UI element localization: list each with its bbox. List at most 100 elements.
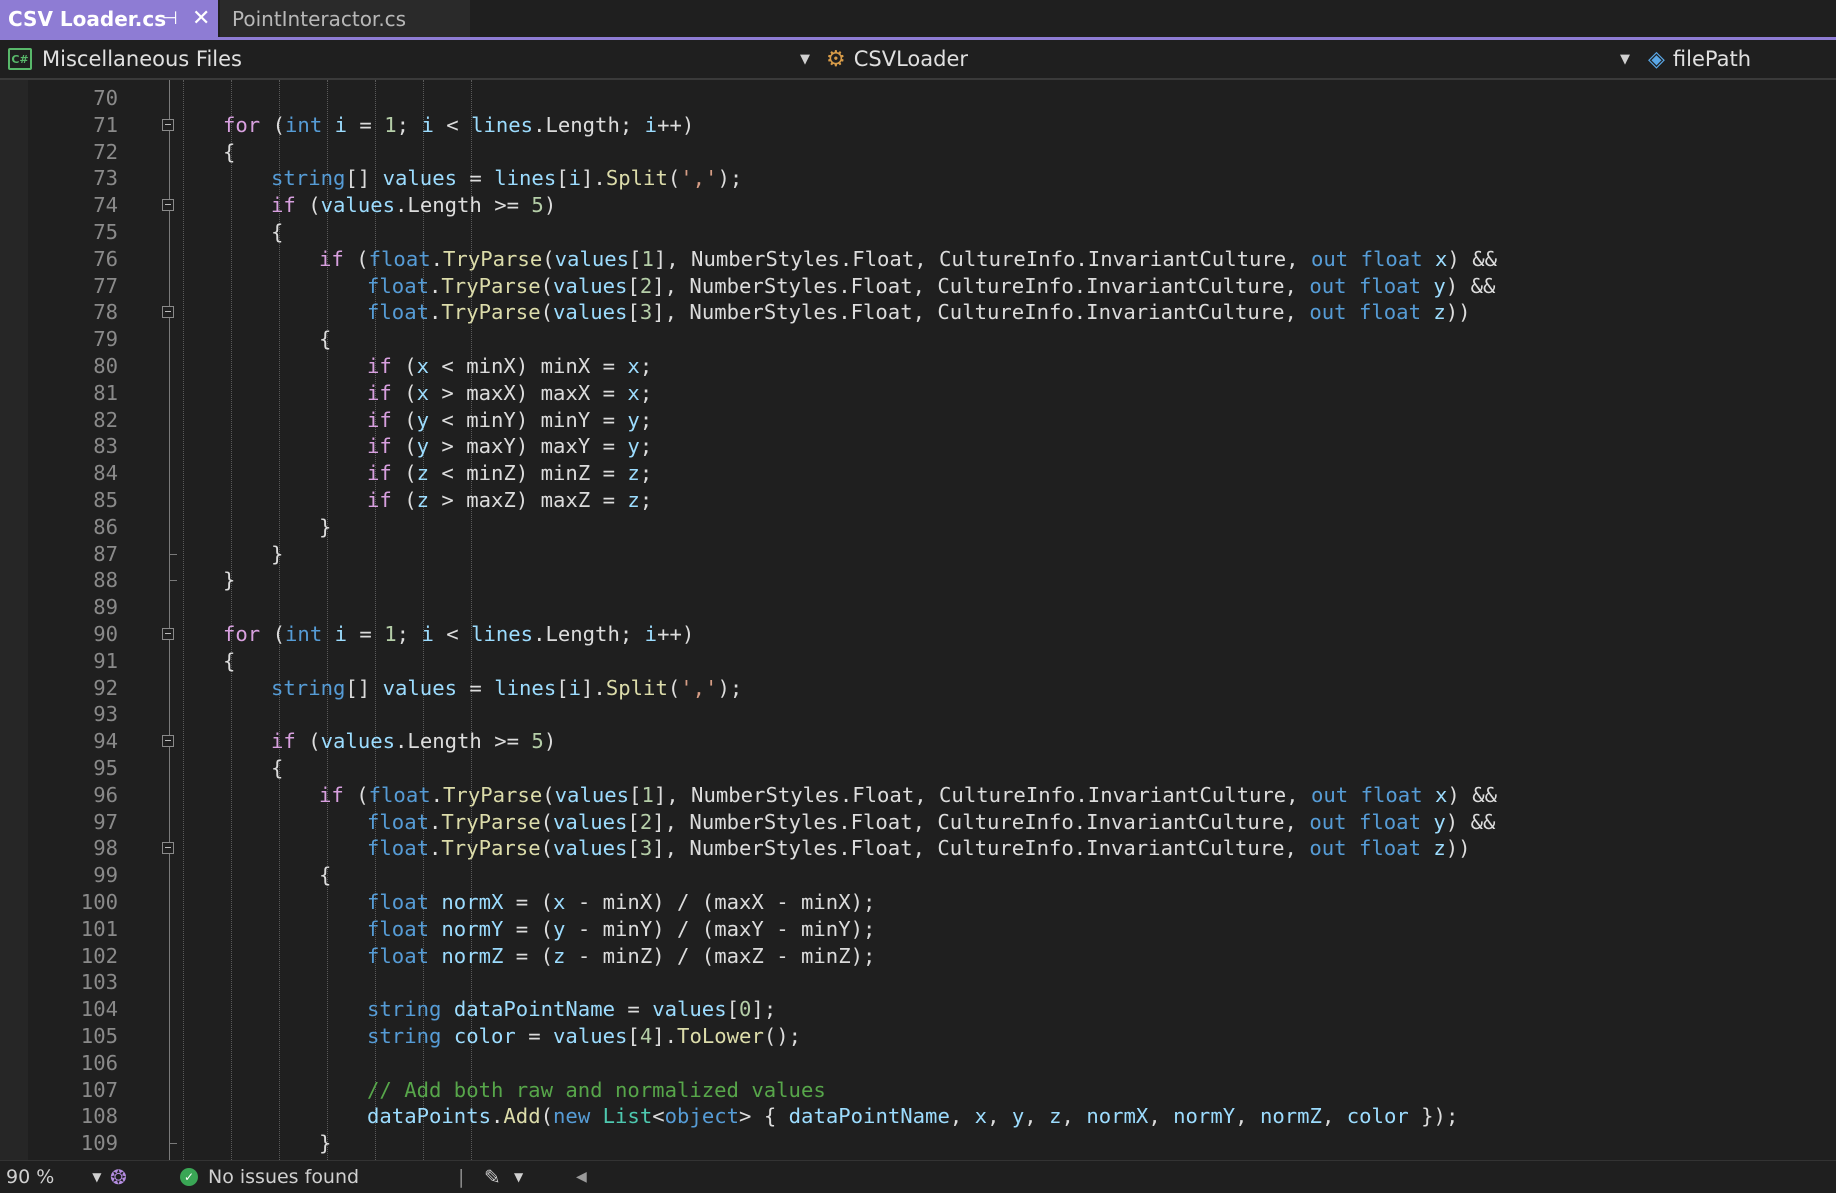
copilot-icon[interactable]: ❂ bbox=[110, 1161, 127, 1193]
close-icon[interactable]: ✕ bbox=[192, 6, 210, 31]
pin-icon[interactable]: ⊣ bbox=[162, 8, 178, 29]
line-number: 80 bbox=[93, 354, 118, 378]
code-line[interactable]: 96 if (float.TryParse(values[1], NumberSt… bbox=[0, 782, 1836, 809]
code-editor[interactable]: 70 71 for (int i = 1; i < lines.Length; i+… bbox=[0, 80, 1836, 1160]
code-line[interactable]: 101 float normY = (y - minY) / (maxY - mi… bbox=[0, 916, 1836, 943]
code-line[interactable]: 71 for (int i = 1; i < lines.Length; i++) bbox=[0, 112, 1836, 139]
collapse-toggle-icon[interactable] bbox=[162, 842, 174, 855]
member-dropdown[interactable]: ◈ filePath bbox=[1648, 40, 1836, 78]
tab-csv-loader[interactable]: CSV Loader.cs ⊣ ✕ bbox=[0, 0, 218, 37]
code-line[interactable]: 107 // Add both raw and normalized values bbox=[0, 1077, 1836, 1104]
code-text: if (z > maxZ) maxZ = z; bbox=[367, 487, 652, 514]
code-line[interactable]: 80 if (x < minX) minX = x; bbox=[0, 353, 1836, 380]
code-line[interactable]: 93 bbox=[0, 701, 1836, 728]
code-line[interactable]: 84 if (z < minZ) minZ = z; bbox=[0, 460, 1836, 487]
code-line[interactable]: 81 if (x > maxX) maxX = x; bbox=[0, 380, 1836, 407]
status-bar: 90 % ▼ ❂ ✓ No issues found | ✎ ▼ ◀ bbox=[0, 1160, 1836, 1193]
collapse-toggle-icon[interactable] bbox=[162, 628, 174, 640]
code-text: string[] values = lines[i].Split(','); bbox=[271, 165, 742, 192]
code-token: out bbox=[1309, 273, 1347, 298]
code-text: { bbox=[319, 862, 331, 889]
code-line[interactable]: 77 float.TryParse(values[2], NumberStyles… bbox=[0, 273, 1836, 300]
code-token: .Length; bbox=[533, 112, 645, 137]
code-token: // Add both raw and normalized values bbox=[367, 1077, 826, 1102]
code-token: ], NumberStyles.Float, CultureInfo.Invar… bbox=[652, 300, 1310, 325]
code-line[interactable]: 75 { bbox=[0, 219, 1836, 246]
code-line[interactable]: 100 float normX = (x - minX) / (maxX - mi… bbox=[0, 889, 1836, 916]
code-line[interactable]: 88} bbox=[0, 567, 1836, 594]
code-text: { bbox=[271, 219, 283, 246]
code-token: i bbox=[334, 622, 348, 646]
code-line[interactable]: 82 if (y < minY) minY = y; bbox=[0, 407, 1836, 434]
scroll-left-icon[interactable]: ◀ bbox=[576, 1161, 587, 1193]
code-line[interactable]: 70 bbox=[0, 85, 1836, 112]
code-line[interactable]: 92 string[] values = lines[i].Split(','); bbox=[0, 675, 1836, 702]
navigation-bar: C# Miscellaneous Files ▼ ⚙ CSVLoader ▼ ◈… bbox=[0, 40, 1836, 80]
code-line[interactable]: 98 float.TryParse(values[3], NumberStyles… bbox=[0, 835, 1836, 862]
code-token: = bbox=[457, 675, 495, 700]
code-line[interactable]: 73 string[] values = lines[i].Split(','); bbox=[0, 165, 1836, 192]
code-line[interactable]: 99 { bbox=[0, 862, 1836, 889]
code-token: . bbox=[429, 836, 442, 861]
code-token: ) && bbox=[1445, 273, 1496, 298]
line-number: 86 bbox=[93, 514, 118, 539]
code-line[interactable]: 89 bbox=[0, 594, 1836, 621]
code-token: values bbox=[554, 246, 630, 271]
code-token: [ bbox=[556, 166, 569, 191]
code-line[interactable]: 104 string dataPointName = values[0]; bbox=[0, 996, 1836, 1023]
line-number: 92 bbox=[93, 675, 118, 700]
code-cleanup-icon[interactable]: ✎ bbox=[484, 1161, 501, 1193]
code-line[interactable]: 108 dataPoints.Add(new List<object> { dat… bbox=[0, 1103, 1836, 1130]
code-token: } bbox=[319, 514, 332, 539]
code-token: ], NumberStyles.Float, CultureInfo.Invar… bbox=[652, 836, 1310, 861]
collapse-toggle-icon[interactable] bbox=[162, 306, 174, 319]
code-line[interactable]: 86} bbox=[0, 514, 1836, 541]
issues-indicator[interactable]: ✓ No issues found bbox=[180, 1161, 359, 1193]
code-token: = bbox=[347, 622, 385, 646]
tab-point-interactor[interactable]: PointInteractor.cs bbox=[220, 0, 470, 37]
collapse-toggle-icon[interactable] bbox=[162, 199, 174, 212]
code-line[interactable]: 106 bbox=[0, 1050, 1836, 1077]
code-token: TryParse bbox=[443, 782, 543, 807]
code-line[interactable]: 78 float.TryParse(values[3], NumberStyles… bbox=[0, 299, 1836, 326]
code-line[interactable]: 87} bbox=[0, 541, 1836, 568]
line-number: 90 bbox=[93, 622, 118, 646]
code-token: .Length >= bbox=[395, 193, 532, 218]
code-line[interactable]: 103 bbox=[0, 969, 1836, 996]
collapse-toggle-icon[interactable] bbox=[162, 118, 174, 131]
line-number: 101 bbox=[80, 916, 118, 941]
code-line[interactable]: 76 if (float.TryParse(values[1], NumberSt… bbox=[0, 246, 1836, 273]
code-line[interactable]: 85 if (z > maxZ) maxZ = z; bbox=[0, 487, 1836, 514]
code-line[interactable]: 91 { bbox=[0, 648, 1836, 675]
code-line[interactable]: 109} bbox=[0, 1130, 1836, 1157]
zoom-dropdown[interactable]: 90 % ▼ bbox=[6, 1161, 102, 1193]
code-token: }); bbox=[1408, 1104, 1459, 1129]
code-line[interactable]: 94 if (values.Length >= 5) bbox=[0, 728, 1836, 755]
line-number: 85 bbox=[93, 488, 118, 512]
code-line[interactable]: 95 { bbox=[0, 755, 1836, 782]
line-number: 88 bbox=[93, 568, 118, 593]
code-line[interactable]: 105 string color = values[4].ToLower(); bbox=[0, 1023, 1836, 1050]
code-line[interactable]: 97 float.TryParse(values[2], NumberStyles… bbox=[0, 809, 1836, 836]
code-line[interactable]: 83 if (y > maxY) maxY = y; bbox=[0, 433, 1836, 460]
chevron-down-icon[interactable]: ▼ bbox=[514, 1161, 523, 1193]
code-line[interactable]: 102 float normZ = (z - minZ) / (maxZ - mi… bbox=[0, 943, 1836, 970]
collapse-toggle-icon[interactable] bbox=[162, 735, 174, 748]
code-token: { bbox=[271, 220, 284, 244]
line-number: 75 bbox=[93, 220, 118, 244]
code-token: 2 bbox=[639, 273, 653, 298]
code-line[interactable]: 90 for (int i = 1; i < lines.Length; i++) bbox=[0, 621, 1836, 648]
code-line[interactable]: 79 { bbox=[0, 326, 1836, 353]
code-line[interactable]: 74 if (values.Length >= 5) bbox=[0, 192, 1836, 219]
code-token: > maxY) maxY = bbox=[429, 434, 628, 459]
type-dropdown[interactable]: ⚙ CSVLoader ▼ bbox=[826, 40, 1636, 78]
code-line[interactable]: 72 { bbox=[0, 139, 1836, 166]
code-token: < bbox=[433, 112, 472, 137]
outline-end-marker bbox=[169, 553, 177, 555]
project-dropdown[interactable]: C# Miscellaneous Files ▼ bbox=[8, 40, 818, 78]
